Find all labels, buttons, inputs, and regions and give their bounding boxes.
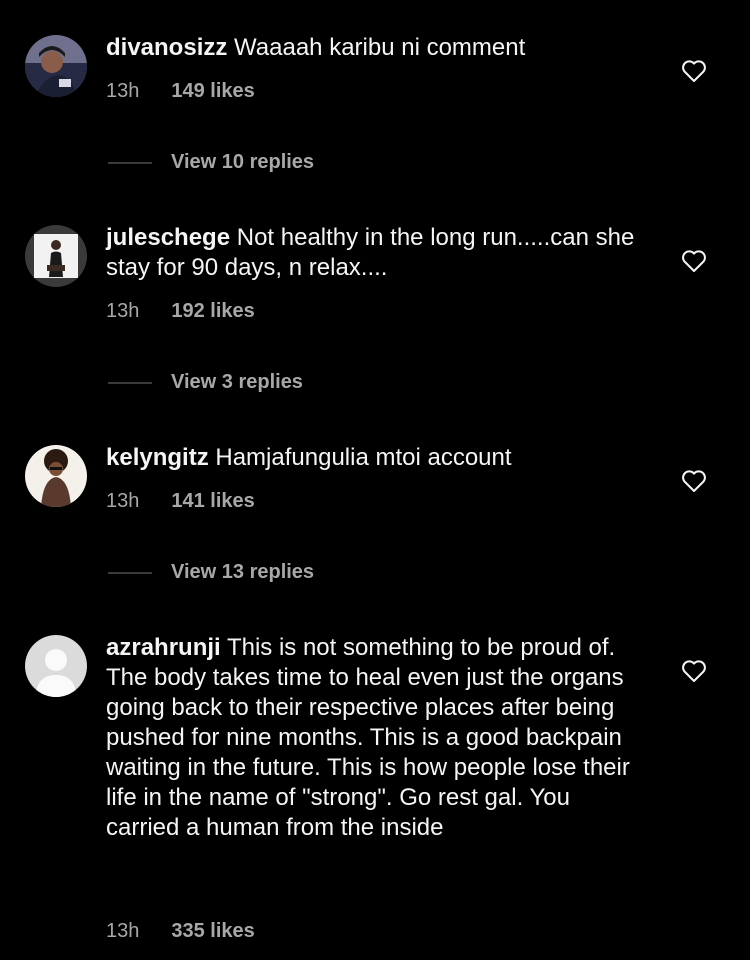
comment-body: This is not something to be proud of. Th… bbox=[106, 634, 630, 841]
comment-text: divanosizz Waaaah karibu ni comment bbox=[106, 33, 646, 63]
comment-time: 13h bbox=[106, 80, 140, 102]
view-replies-label: View 3 replies bbox=[171, 371, 303, 393]
comment-time: 13h bbox=[106, 490, 140, 512]
comment-time: 13h bbox=[106, 300, 140, 322]
view-replies-label: View 13 replies bbox=[171, 561, 315, 583]
comment-body: Waaaah karibu ni comment bbox=[234, 34, 526, 61]
view-replies-button[interactable]: View 10 replies bbox=[108, 151, 314, 174]
comment-likes[interactable]: 141 likes bbox=[171, 490, 254, 513]
comment-meta: 13h 149 likes bbox=[106, 80, 255, 103]
heart-icon[interactable] bbox=[681, 249, 707, 273]
comment-username[interactable]: juleschege bbox=[106, 224, 230, 251]
comment-meta: 13h 192 likes bbox=[106, 300, 255, 323]
heart-icon[interactable] bbox=[681, 659, 707, 683]
comment-time: 13h bbox=[106, 920, 140, 942]
comment-username[interactable]: divanosizz bbox=[106, 34, 227, 61]
comment-body: Hamjafungulia mtoi account bbox=[215, 444, 512, 471]
comment-meta: 13h 335 likes bbox=[106, 920, 255, 943]
replies-divider bbox=[108, 161, 152, 164]
comment-meta: 13h 141 likes bbox=[106, 490, 255, 513]
avatar[interactable] bbox=[25, 35, 87, 97]
default-avatar-icon bbox=[25, 635, 87, 697]
heart-icon[interactable] bbox=[681, 59, 707, 83]
avatar[interactable] bbox=[25, 635, 87, 697]
comment-likes[interactable]: 335 likes bbox=[171, 920, 254, 943]
comment-likes[interactable]: 149 likes bbox=[171, 80, 254, 103]
comment-username[interactable]: azrahrunji bbox=[106, 634, 221, 661]
replies-divider bbox=[108, 381, 152, 384]
avatar[interactable] bbox=[25, 445, 87, 507]
comment-username[interactable]: kelyngitz bbox=[106, 444, 209, 471]
replies-divider bbox=[108, 571, 152, 574]
comment-text: juleschege Not healthy in the long run..… bbox=[106, 223, 646, 283]
heart-icon[interactable] bbox=[681, 469, 707, 493]
comment-text: kelyngitz Hamjafungulia mtoi account bbox=[106, 443, 646, 473]
comment-likes[interactable]: 192 likes bbox=[171, 300, 254, 323]
view-replies-label: View 10 replies bbox=[171, 151, 315, 173]
avatar[interactable] bbox=[25, 225, 87, 287]
comment-text: azrahrunji This is not something to be p… bbox=[106, 633, 631, 843]
view-replies-button[interactable]: View 13 replies bbox=[108, 561, 314, 584]
view-replies-button[interactable]: View 3 replies bbox=[108, 371, 303, 394]
